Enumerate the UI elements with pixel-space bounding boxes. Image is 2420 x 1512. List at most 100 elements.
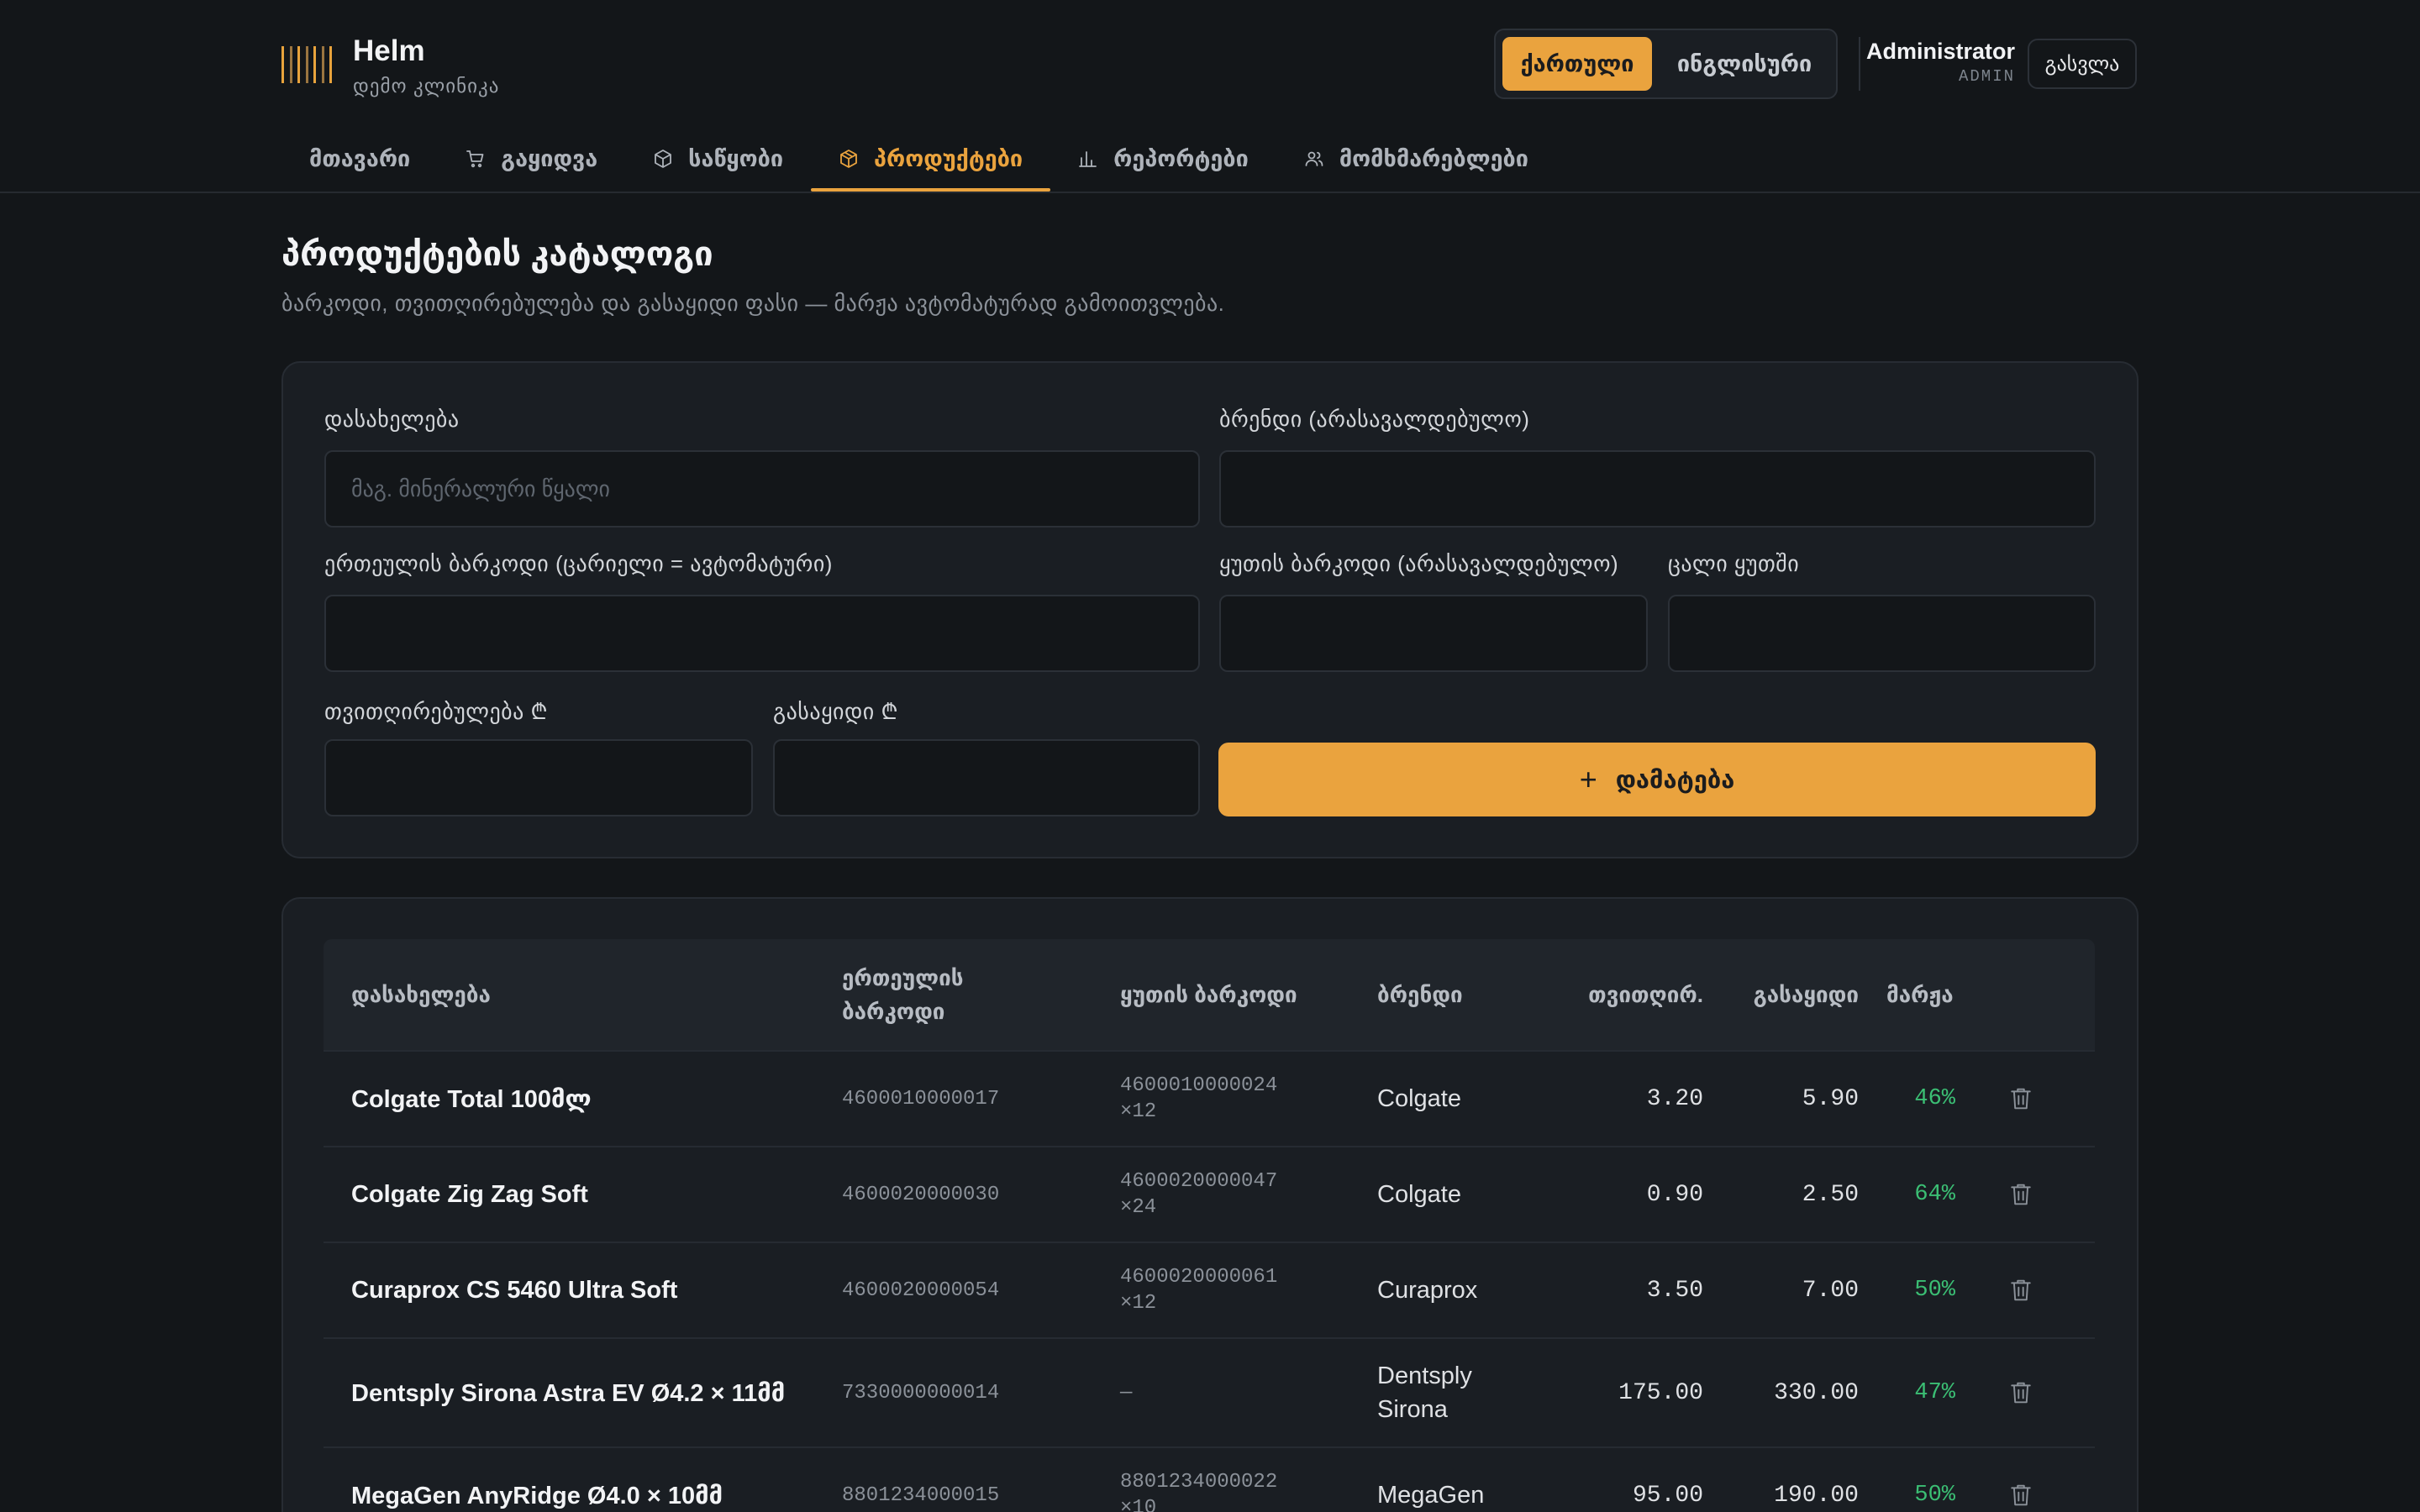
brand-input[interactable] <box>1219 450 2096 528</box>
table-row[interactable]: Dentsply Sirona Astra EV Ø4.2 × 11მმ 7330… <box>324 1337 2095 1446</box>
product-name: Colgate Total 100მლ <box>351 1085 592 1113</box>
col-margin[interactable]: მარჟა <box>1886 978 1955 1011</box>
box-barcode: 4600020000061 <box>1120 1266 1278 1289</box>
cost-input[interactable] <box>324 739 753 816</box>
bar-chart-icon <box>1079 151 1097 167</box>
tab-home[interactable]: მთავარი <box>281 126 438 192</box>
box-barcode-cell: 4600010000024 ×12 <box>1120 1052 1355 1146</box>
col-box-barcode[interactable]: ყუთის ბარკოდი <box>1120 978 1297 1011</box>
add-button-label: დამატება <box>1615 766 1735 794</box>
brand-cell: Dentsply Sirona <box>1377 1339 1545 1446</box>
brand: MegaGen <box>1377 1482 1485 1509</box>
price: 2.50 <box>1802 1181 1859 1208</box>
margin: 50% <box>1914 1483 1955 1508</box>
nav-divider <box>0 192 2420 193</box>
product-name: Dentsply Sirona Astra EV Ø4.2 × 11მმ <box>351 1379 786 1407</box>
language-switcher: ქართული ინგლისური <box>1494 29 1838 99</box>
brand: Curaprox <box>1377 1277 1478 1304</box>
box-barcode-label: ყუთის ბარკოდი (არასავალდებულო) <box>1219 551 1619 576</box>
table-row[interactable]: MegaGen AnyRidge Ø4.0 × 10მმ 880123400001… <box>324 1446 2095 1512</box>
add-product-button[interactable]: + დამატება <box>1218 743 2096 816</box>
delete-button[interactable] <box>2000 1339 2042 1446</box>
price-input[interactable] <box>773 739 1200 816</box>
table-row[interactable]: Colgate Total 100მლ 4600010000017 46000100… <box>324 1050 2095 1146</box>
price: 5.90 <box>1802 1085 1859 1112</box>
col-cost[interactable]: თვითღირ. <box>1567 978 1703 1011</box>
box-quantity: ×10 <box>1120 1497 1157 1512</box>
lang-georgian-button[interactable]: ქართული <box>1502 37 1652 91</box>
trash-icon <box>2011 1382 2031 1404</box>
unit-barcode-input[interactable] <box>324 595 1200 672</box>
col-unit-barcode-line2: ბარკოდი <box>842 999 945 1024</box>
package-icon <box>840 150 857 168</box>
tab-users[interactable]: მომხმარებლები <box>1276 126 1556 192</box>
col-price[interactable]: გასაყიდი <box>1735 978 1859 1011</box>
brand-cell: MegaGen <box>1377 1448 1545 1512</box>
box-quantity: ×12 <box>1120 1100 1157 1123</box>
brand: Colgate <box>1377 1085 1461 1112</box>
brand: Colgate <box>1377 1181 1461 1208</box>
unit-barcode: 4600020000054 <box>842 1278 1000 1302</box>
delete-button[interactable] <box>2000 1448 2042 1512</box>
per-box-input[interactable] <box>1668 595 2096 672</box>
tab-warehouse[interactable]: საწყობი <box>625 126 811 192</box>
margin: 64% <box>1914 1182 1955 1207</box>
trash-icon <box>2011 1088 2031 1110</box>
tab-sales[interactable]: გაყიდვა <box>438 126 625 192</box>
brand-cell: Colgate <box>1377 1147 1545 1242</box>
table-header: დასახელება ერთეულის ბარკოდი ყუთის ბარკოდ… <box>324 939 2095 1050</box>
delete-button[interactable] <box>2000 1147 2042 1242</box>
box-barcode-cell: 4600020000061 ×12 <box>1120 1243 1355 1337</box>
box-quantity: ×12 <box>1120 1292 1157 1315</box>
main-nav: მთავარი გაყიდვა საწყობი პროდუქტები რეპორ… <box>281 126 1556 192</box>
page-subtitle: ბარკოდი, თვითღირებულება და გასაყიდი ფასი… <box>281 291 1225 316</box>
logout-button[interactable]: გასვლა <box>2028 39 2137 89</box>
delete-button[interactable] <box>2000 1243 2042 1337</box>
brand-cell: Curaprox <box>1377 1243 1545 1337</box>
cost: 3.20 <box>1646 1085 1703 1112</box>
product-name-input[interactable] <box>324 450 1200 528</box>
tab-label: მომხმარებლები <box>1339 145 1528 171</box>
plus-icon: + <box>1579 762 1597 796</box>
box-barcode: 4600010000024 <box>1120 1074 1278 1097</box>
page-title: პროდუქტების კატალოგი <box>281 236 713 273</box>
trash-icon <box>2011 1184 2031 1205</box>
cost: 0.90 <box>1646 1181 1703 1208</box>
product-name: Colgate Zig Zag Soft <box>351 1180 588 1208</box>
brand-label: ბრენდი (არასავალდებულო) <box>1219 407 1530 432</box>
col-brand[interactable]: ბრენდი <box>1377 978 1463 1011</box>
box-icon <box>655 150 672 168</box>
trash-icon <box>2011 1484 2031 1506</box>
box-barcode-input[interactable] <box>1219 595 1648 672</box>
col-unit-barcode[interactable]: ერთეულის ბარკოდი <box>842 961 964 1028</box>
tab-label: რეპორტები <box>1113 145 1249 171</box>
margin: 47% <box>1914 1380 1955 1405</box>
product-name: MegaGen AnyRidge Ø4.0 × 10მმ <box>351 1482 723 1509</box>
margin: 46% <box>1914 1086 1955 1111</box>
delete-button[interactable] <box>2000 1052 2042 1146</box>
box-barcode-cell: 8801234000022 ×10 <box>1120 1448 1355 1512</box>
table-row[interactable]: Colgate Zig Zag Soft 4600020000030 4600020… <box>324 1146 2095 1242</box>
brand-cell: Colgate <box>1377 1052 1545 1146</box>
product-name: Curaprox CS 5460 Ultra Soft <box>351 1276 678 1304</box>
margin: 50% <box>1914 1278 1955 1303</box>
cost: 95.00 <box>1632 1482 1703 1509</box>
table-row[interactable]: Curaprox CS 5460 Ultra Soft 4600020000054… <box>324 1242 2095 1337</box>
user-role: ADMIN <box>1958 67 2015 86</box>
price-label: გასაყიდი ₾ <box>773 699 899 724</box>
tab-label: პროდუქტები <box>874 145 1023 171</box>
price: 7.00 <box>1802 1277 1859 1304</box>
tab-products[interactable]: პროდუქტები <box>811 126 1051 192</box>
unit-barcode: 8801234000015 <box>842 1483 1000 1507</box>
brand-line2: Sirona <box>1377 1396 1448 1423</box>
unit-barcode: 4600010000017 <box>842 1087 1000 1110</box>
lang-english-button[interactable]: ინგლისური <box>1660 37 1828 91</box>
price: 330.00 <box>1774 1379 1859 1406</box>
unit-barcode: 7330000000014 <box>842 1381 1000 1404</box>
col-name[interactable]: დასახელება <box>351 978 491 1011</box>
tab-reports[interactable]: რეპორტები <box>1050 126 1276 192</box>
col-unit-barcode-line1: ერთეულის <box>842 965 964 990</box>
brand[interactable]: Helm დემო კლინიკა <box>281 32 499 98</box>
cost-label: თვითღირებულება ₾ <box>324 699 549 724</box>
app-name: Helm <box>353 34 425 67</box>
